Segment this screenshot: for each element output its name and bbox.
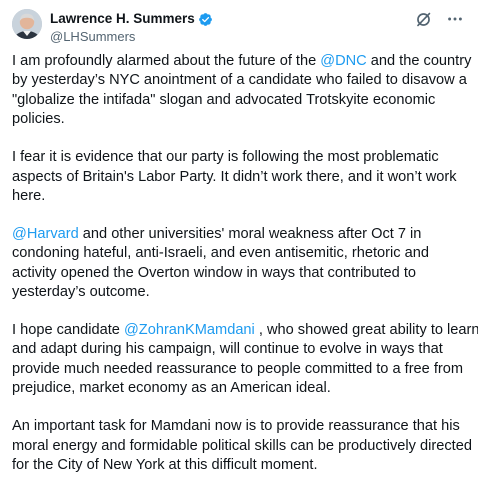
verified-badge-icon [198, 12, 212, 26]
text-line: activity opened the Overton window in wa… [12, 264, 416, 281]
tweet-card: Lawrence H. Summers @LHSummers I am prof… [0, 0, 478, 489]
text-line: I am profoundly alarmed about the future… [12, 52, 472, 71]
text-line: provide much needed reassurance to peopl… [12, 360, 464, 377]
text-segment: , who showed great ability to learn [254, 321, 478, 338]
tweet-paragraph: I am profoundly alarmed about the future… [12, 52, 472, 130]
mention-link-dnc[interactable]: @DNC [320, 53, 366, 69]
text-line: yesterday’s outcome. [12, 284, 150, 301]
mention-link-zohrankmamdani[interactable]: @ZohranKMamdani [124, 322, 255, 338]
text-segment: and the country [366, 53, 472, 69]
tweet-text: I am profoundly alarmed about the future… [12, 52, 478, 494]
text-line: @Harvard and other universities' moral w… [12, 225, 470, 244]
header-actions [414, 10, 464, 28]
text-line: I fear it is evidence that our party is … [12, 149, 439, 166]
author-handle[interactable]: @LHSummers [50, 29, 213, 45]
text-line: here. [12, 187, 46, 204]
grok-slash-icon[interactable] [414, 10, 432, 28]
tweet-paragraph: I fear it is evidence that our party is … [12, 148, 470, 206]
text-line: by yesterday’s NYC anointment of a candi… [12, 72, 467, 89]
text-line: prejudice, market economy as an American… [12, 380, 331, 397]
text-line: condoning hateful, anti-Israeli, and eve… [12, 245, 429, 262]
text-segment: I hope candidate [12, 321, 124, 338]
author-name[interactable]: Lawrence H. Summers [50, 10, 195, 28]
text-line: I hope candidate @ZohranKMamdani , who s… [12, 321, 478, 340]
text-line: for the City of New York at this difficu… [12, 456, 318, 473]
author-name-row: Lawrence H. Summers [50, 10, 213, 28]
text-line: moral energy and formidable political sk… [12, 437, 472, 454]
text-segment: I am profoundly alarmed about the future… [12, 53, 321, 69]
text-line: and adapt during his campaign, will cont… [12, 341, 443, 358]
avatar-portrait-icon [12, 9, 42, 39]
tweet-paragraph: An important task for Mamdani now is to … [12, 417, 472, 475]
text-line: policies. [12, 111, 65, 128]
author-info: Lawrence H. Summers @LHSummers [50, 10, 213, 45]
text-line: An important task for Mamdani now is to … [12, 418, 460, 435]
text-segment: and other universities' moral weakness a… [78, 225, 422, 242]
author-avatar[interactable] [12, 9, 42, 39]
more-horizontal-icon[interactable] [446, 10, 464, 28]
text-line: aspects of Britain's Labor Party. It did… [12, 168, 457, 185]
text-line: "globalize the intifada" slogan and advo… [12, 91, 436, 108]
mention-link-harvard[interactable]: @Harvard [12, 226, 79, 242]
tweet-paragraph: I hope candidate @ZohranKMamdani , who s… [12, 321, 478, 399]
tweet-paragraph: @Harvard and other universities' moral w… [12, 225, 470, 303]
